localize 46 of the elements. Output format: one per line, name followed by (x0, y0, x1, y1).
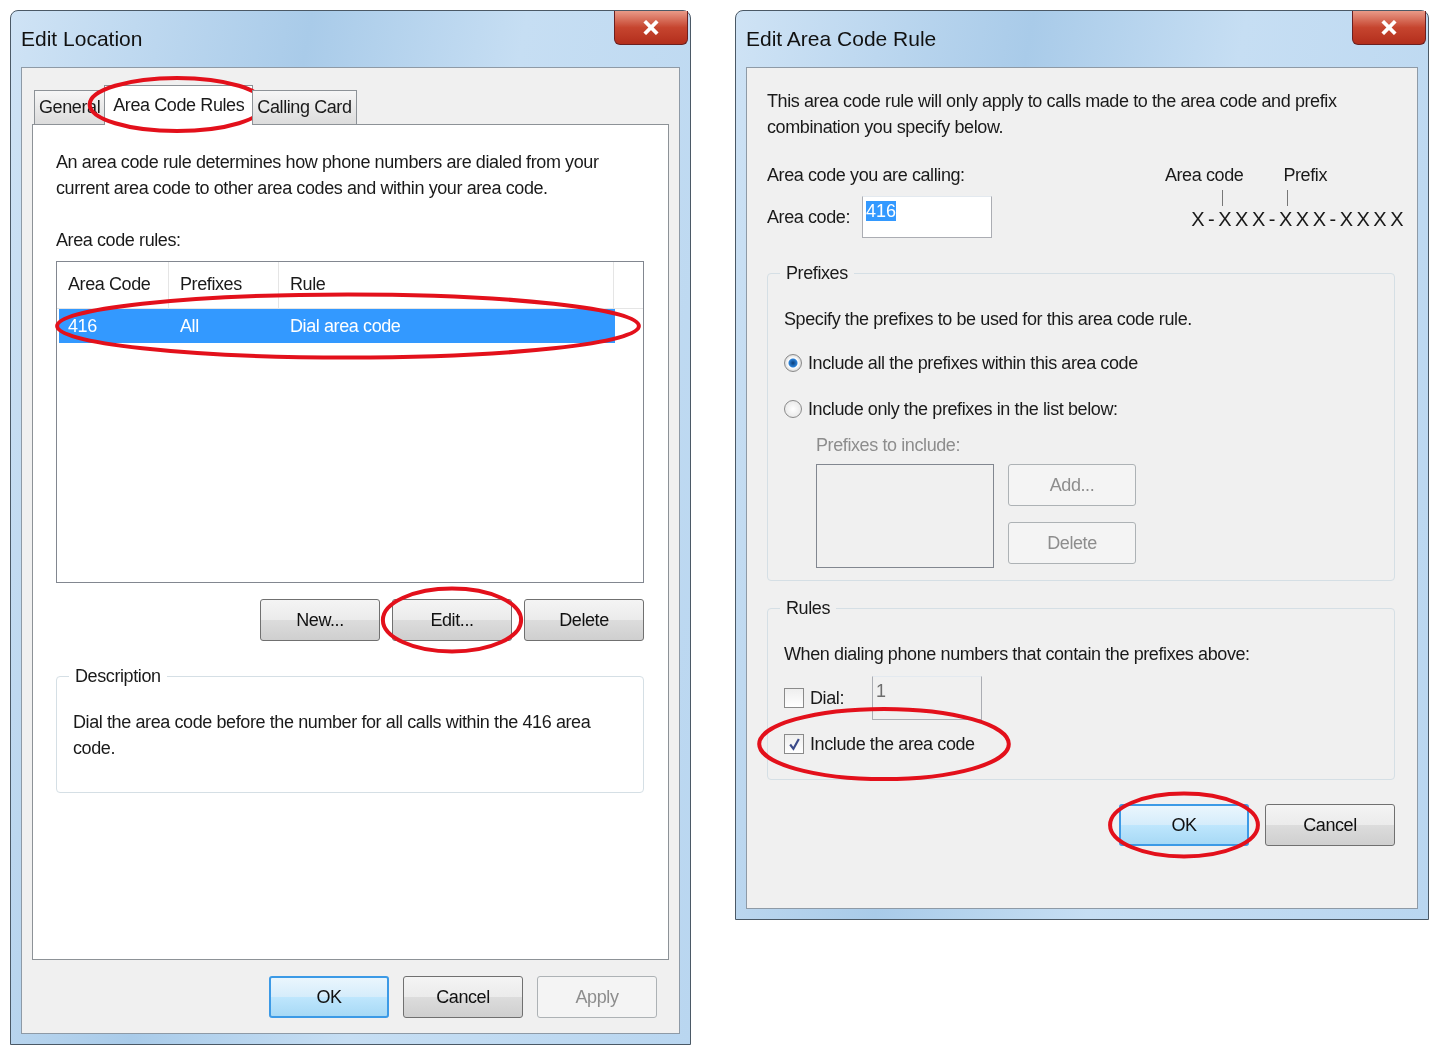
dial-field[interactable]: 1 (872, 676, 982, 720)
radio-label[interactable]: Include all the prefixes within this area code (808, 350, 1138, 376)
checkbox-label[interactable]: Dial: (810, 685, 844, 711)
close-icon (642, 20, 660, 35)
instruction-text: When dialing phone numbers that contain the prefixes above: (784, 643, 1251, 666)
intro-text: An area code rule determines how phone numbers are dialed from your current area code to other area codes and within your area code. (56, 151, 600, 200)
description-text: Dial the area code before the number for all calls within the 416 area code. (73, 711, 592, 760)
dialog-button[interactable]: New... (260, 599, 380, 641)
instruction-text: Specify the prefixes to be used for this area code rule. (784, 308, 1193, 331)
close-button[interactable] (1352, 11, 1426, 45)
check-icon (787, 737, 801, 751)
dialog-button[interactable]: Delete (524, 599, 644, 641)
column-header[interactable]: Area Code (57, 262, 169, 308)
radio-button[interactable] (784, 400, 802, 418)
ok-button[interactable]: OK (269, 976, 389, 1018)
intro-text: This area code rule will only apply to calls made to the area code and prefix combination you specify below. (767, 90, 1338, 139)
close-button[interactable] (614, 11, 688, 45)
group-title: Description (74, 665, 162, 688)
prefix-list[interactable] (816, 464, 994, 568)
number-pattern: X-XXX-XXX-XXXX (1191, 207, 1407, 232)
list-label: Prefixes to include: (816, 435, 961, 455)
checkbox[interactable] (784, 688, 804, 708)
leader-line (1222, 190, 1223, 206)
diagram-label: Area code (1164, 164, 1244, 187)
field-label: Area code: (767, 206, 851, 229)
dialog-button[interactable]: Edit... (392, 599, 512, 641)
leader-line (1287, 190, 1288, 206)
column-header[interactable]: Prefixes (169, 262, 279, 308)
radio-button[interactable] (784, 354, 802, 372)
diagram-label: Prefix (1283, 164, 1327, 187)
window-title: Edit Location (21, 27, 143, 51)
checkbox[interactable] (784, 734, 804, 754)
rules-list[interactable]: Area Code Prefixes Rule 416 All Dial area code (56, 261, 644, 583)
tab[interactable]: Area Code Rules (104, 85, 254, 125)
dialog-button[interactable]: Cancel (1265, 804, 1395, 846)
group-title: Rules (785, 597, 832, 620)
window-title: Edit Area Code Rule (746, 27, 937, 51)
close-icon (1380, 20, 1398, 35)
group-title: Prefixes (785, 262, 849, 285)
tab[interactable]: Calling Card (252, 90, 357, 124)
column-header[interactable]: Rule (279, 262, 614, 308)
ok-button[interactable]: OK (1119, 804, 1249, 846)
dialog-button[interactable]: Cancel (403, 976, 523, 1018)
section-label: Area code you are calling: (767, 164, 966, 187)
list-label: Area code rules: (56, 229, 182, 252)
radio-label[interactable]: Include only the prefixes in the list below: (808, 396, 1118, 422)
